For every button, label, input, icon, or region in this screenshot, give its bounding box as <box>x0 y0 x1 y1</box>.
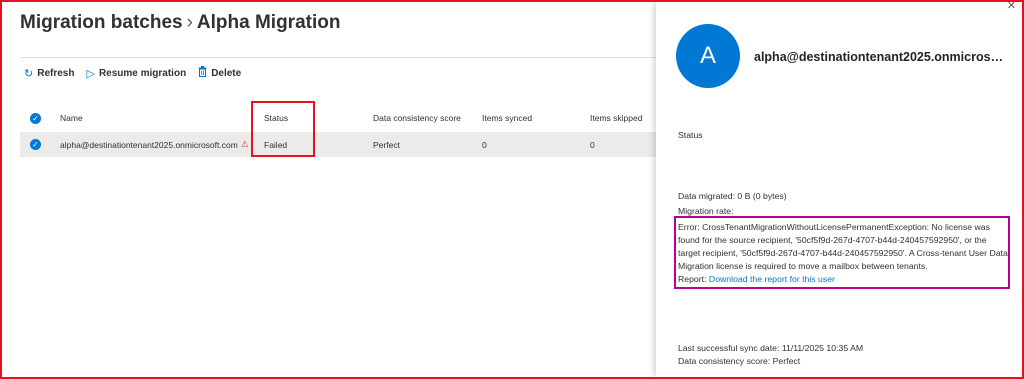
report-label: Report: <box>678 274 707 284</box>
refresh-icon: ↻ <box>24 67 34 80</box>
data-migrated: Data migrated: 0 B (0 bytes) <box>678 191 787 201</box>
download-report-link[interactable]: Download the report for this user <box>709 274 835 284</box>
panel-user-name: alpha@destinationtenant2025.onmicrosoft.… <box>754 50 1004 64</box>
column-header-name[interactable]: Name <box>60 108 83 128</box>
refresh-label: Refresh <box>37 67 75 79</box>
resume-migration-button[interactable]: ▷ Resume migration <box>86 66 186 80</box>
row-items-synced: 0 <box>482 139 487 150</box>
select-all-checkbox[interactable]: ✓ <box>30 108 41 128</box>
avatar: A <box>676 24 740 88</box>
main-pane: Migration batches › Alpha Migration ↻ Refr… <box>2 2 656 377</box>
column-header-consistency[interactable]: Data consistency score <box>373 108 461 128</box>
checkmark-icon: ✓ <box>30 112 41 124</box>
column-header-items-synced[interactable]: Items synced <box>482 108 532 128</box>
details-panel: ✕ A alpha@destinationtenant2025.onmicros… <box>656 0 1022 377</box>
row-name: alpha@destinationtenant2025.onmicrosoft.… <box>60 139 238 150</box>
refresh-button[interactable]: ↻ Refresh <box>24 66 74 80</box>
resume-migration-label: Resume migration <box>98 67 187 79</box>
breadcrumb-current: Alpha Migration <box>196 12 341 33</box>
error-text: Error: CrossTenantMigrationWithoutLicens… <box>678 222 1008 271</box>
last-sync-date: Last successful sync date: 11/11/2025 10… <box>678 343 864 353</box>
warning-icon: ⚠ <box>240 139 249 149</box>
delete-label: Delete <box>211 67 242 79</box>
trash-icon <box>198 66 207 80</box>
play-icon: ▷ <box>86 67 95 80</box>
table-header: ✓ Name Status Data consistency score Ite… <box>20 108 656 128</box>
close-icon[interactable]: ✕ <box>1007 0 1016 12</box>
toolbar: ↻ Refresh ▷ Resume migration Delete <box>24 66 241 80</box>
breadcrumb-separator: › <box>186 12 193 33</box>
row-items-skipped: 0 <box>590 139 595 150</box>
column-header-items-skipped[interactable]: Items skipped <box>590 108 642 128</box>
migration-rate: Migration rate: <box>678 206 734 216</box>
page-title: Migration batches › Alpha Migration <box>20 12 340 34</box>
checkmark-icon: ✓ <box>30 139 41 150</box>
error-message: Error: CrossTenantMigrationWithoutLicens… <box>678 221 1008 286</box>
row-checkbox[interactable]: ✓ <box>30 132 41 157</box>
table-row[interactable]: ✓ alpha@destinationtenant2025.onmicrosof… <box>20 132 656 157</box>
status-label: Status <box>678 130 703 140</box>
delete-button[interactable]: Delete <box>198 66 241 80</box>
row-name-cell: alpha@destinationtenant2025.onmicrosoft.… <box>60 132 249 157</box>
consistency-score: Data consistency score: Perfect <box>678 356 801 366</box>
breadcrumb-root[interactable]: Migration batches <box>20 12 183 33</box>
divider <box>20 57 656 58</box>
row-consistency: Perfect <box>373 139 400 150</box>
status-highlight-box <box>251 101 315 157</box>
